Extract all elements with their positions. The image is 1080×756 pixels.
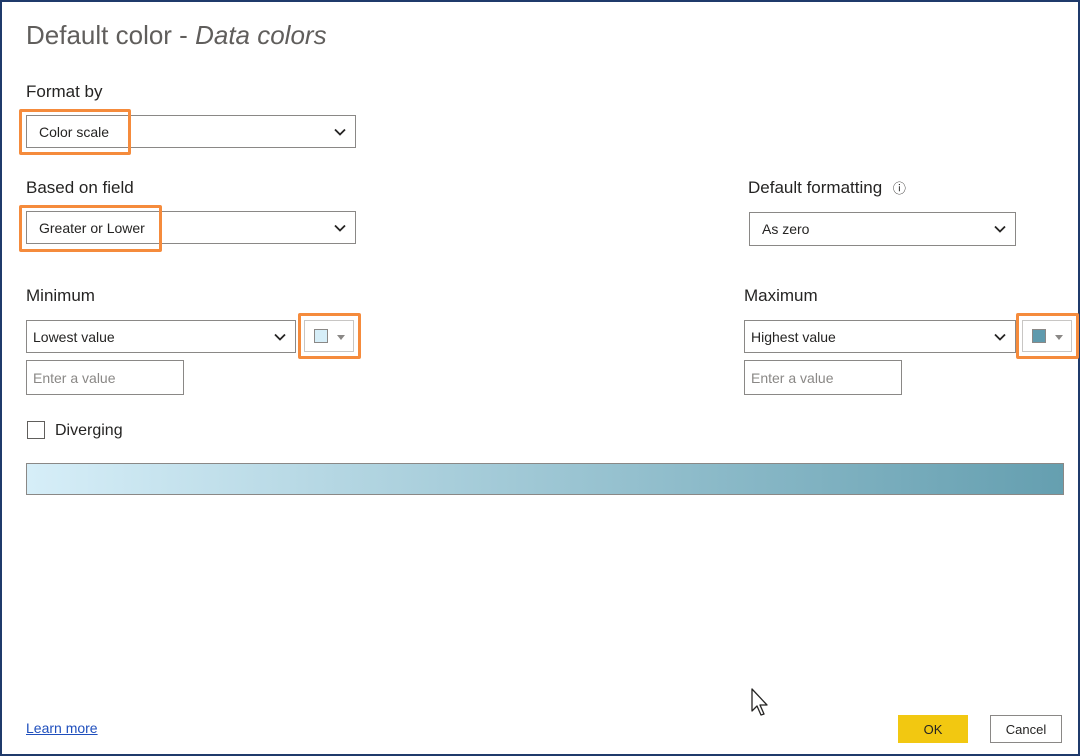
mouse-cursor-icon [751, 688, 768, 716]
ok-button[interactable]: OK [898, 715, 968, 743]
format-by-value: Color scale [39, 123, 110, 140]
maximum-color-picker[interactable] [1022, 320, 1072, 352]
based-on-field-dropdown[interactable]: Greater or Lower [26, 211, 356, 244]
maximum-type-value: Highest value [751, 328, 836, 345]
learn-more-link[interactable]: Learn more [26, 720, 98, 736]
minimum-type-dropdown[interactable]: Lowest value [26, 320, 296, 353]
chevron-down-icon [334, 224, 346, 232]
default-formatting-label: Default formatting ⓘ [748, 178, 906, 198]
minimum-type-value: Lowest value [33, 328, 115, 345]
maximum-label: Maximum [744, 286, 818, 305]
dialog-title-italic: Data colors [195, 20, 327, 50]
data-colors-dialog: Default color - Data colors Format by Co… [0, 0, 1080, 756]
maximum-type-dropdown[interactable]: Highest value [744, 320, 1016, 353]
minimum-value-input[interactable] [26, 360, 184, 395]
minimum-color-picker[interactable] [304, 320, 354, 352]
format-by-label: Format by [26, 82, 103, 101]
caret-down-icon [337, 335, 345, 340]
chevron-down-icon [994, 333, 1006, 341]
diverging-label: Diverging [55, 422, 123, 439]
minimum-label: Minimum [26, 286, 95, 305]
default-formatting-value: As zero [762, 221, 810, 237]
color-scale-preview [26, 463, 1064, 495]
caret-down-icon [1055, 335, 1063, 340]
based-on-field-value: Greater or Lower [39, 219, 145, 236]
chevron-down-icon [274, 333, 286, 341]
chevron-down-icon [994, 225, 1006, 233]
chevron-down-icon [334, 128, 346, 136]
dialog-title: Default color - Data colors [26, 20, 327, 51]
dialog-title-main: Default color - [26, 20, 196, 50]
format-by-dropdown[interactable]: Color scale [26, 115, 356, 148]
maximum-color-swatch [1032, 329, 1046, 343]
cancel-button[interactable]: Cancel [990, 715, 1062, 743]
diverging-checkbox[interactable] [27, 421, 45, 439]
default-formatting-label-text: Default formatting [748, 178, 883, 197]
info-icon[interactable]: ⓘ [893, 181, 906, 196]
maximum-value-input[interactable] [744, 360, 902, 395]
default-formatting-dropdown[interactable]: As zero [749, 212, 1016, 246]
based-on-field-label: Based on field [26, 178, 134, 197]
minimum-color-swatch [314, 329, 328, 343]
